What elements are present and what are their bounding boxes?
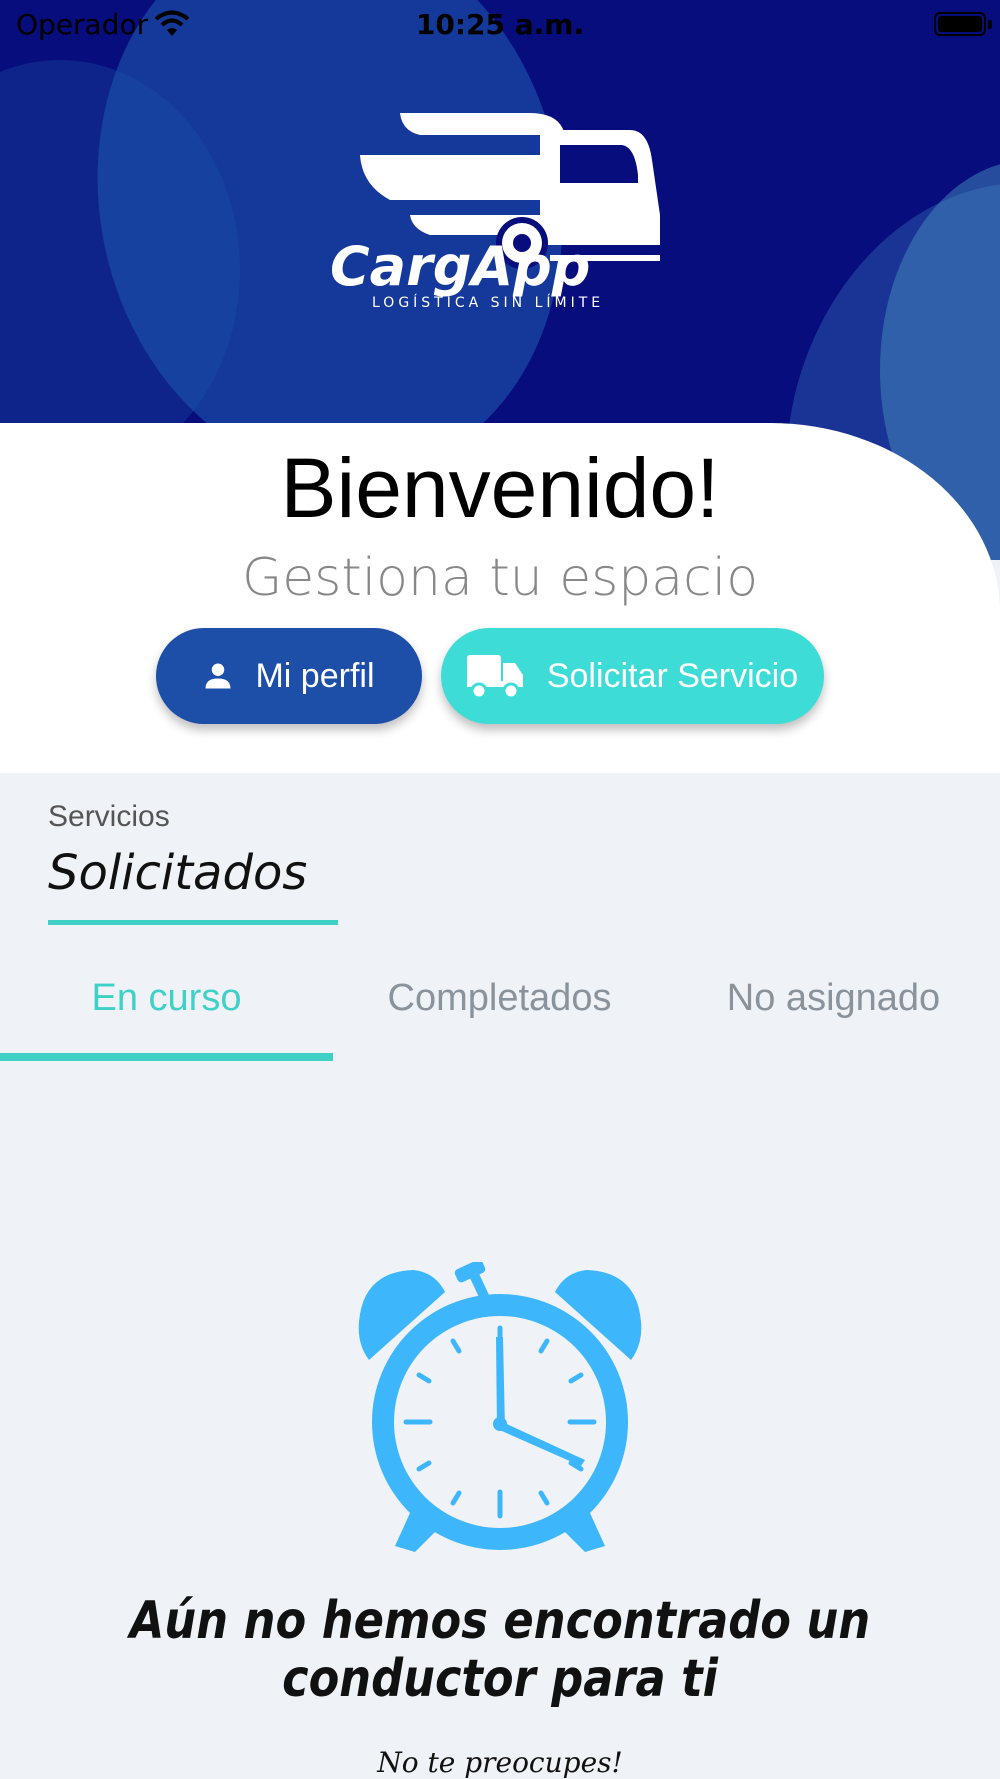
empty-state-line2: conductor para ti [282, 1649, 718, 1709]
alarm-clock-icon [358, 1262, 642, 1552]
section-underline [48, 920, 338, 925]
tab-no-asignado[interactable]: No asignado [667, 960, 1000, 1060]
section-label: Servicios [48, 800, 170, 833]
request-service-button[interactable]: Solicitar Servicio [441, 628, 824, 724]
battery-icon [934, 12, 986, 36]
cargapp-logo: CargApp LOGÍSTICA SIN LÍMITE [330, 105, 680, 315]
empty-state-message: Aún no hemos encontrado un conductor par… [70, 1592, 930, 1708]
person-icon [203, 661, 233, 691]
welcome-title: Bienvenido! [280, 441, 720, 535]
tab-en-curso[interactable]: En curso [0, 960, 333, 1060]
brand-name: CargApp [330, 235, 591, 298]
status-bar: Operador 10:25 a.m. [0, 0, 1000, 50]
profile-button-label: Mi perfil [255, 656, 375, 695]
tab-completados[interactable]: Completados [333, 960, 666, 1060]
section-title: Solicitados [48, 845, 308, 901]
profile-button[interactable]: Mi perfil [156, 628, 422, 724]
empty-state-line1: Aún no hemos encontrado un [129, 1591, 871, 1651]
active-tab-indicator [0, 1053, 333, 1061]
empty-state-subtext: No te preocupes! [377, 1746, 623, 1779]
service-tabs: En curso Completados No asignado [0, 960, 1000, 1060]
welcome-subtitle: Gestiona tu espacio [241, 548, 759, 608]
brand-tagline: LOGÍSTICA SIN LÍMITE [372, 295, 605, 311]
clock-time: 10:25 a.m. [415, 8, 585, 41]
truck-icon [466, 653, 525, 699]
request-service-label: Solicitar Servicio [546, 656, 799, 695]
battery-tip [988, 20, 992, 29]
